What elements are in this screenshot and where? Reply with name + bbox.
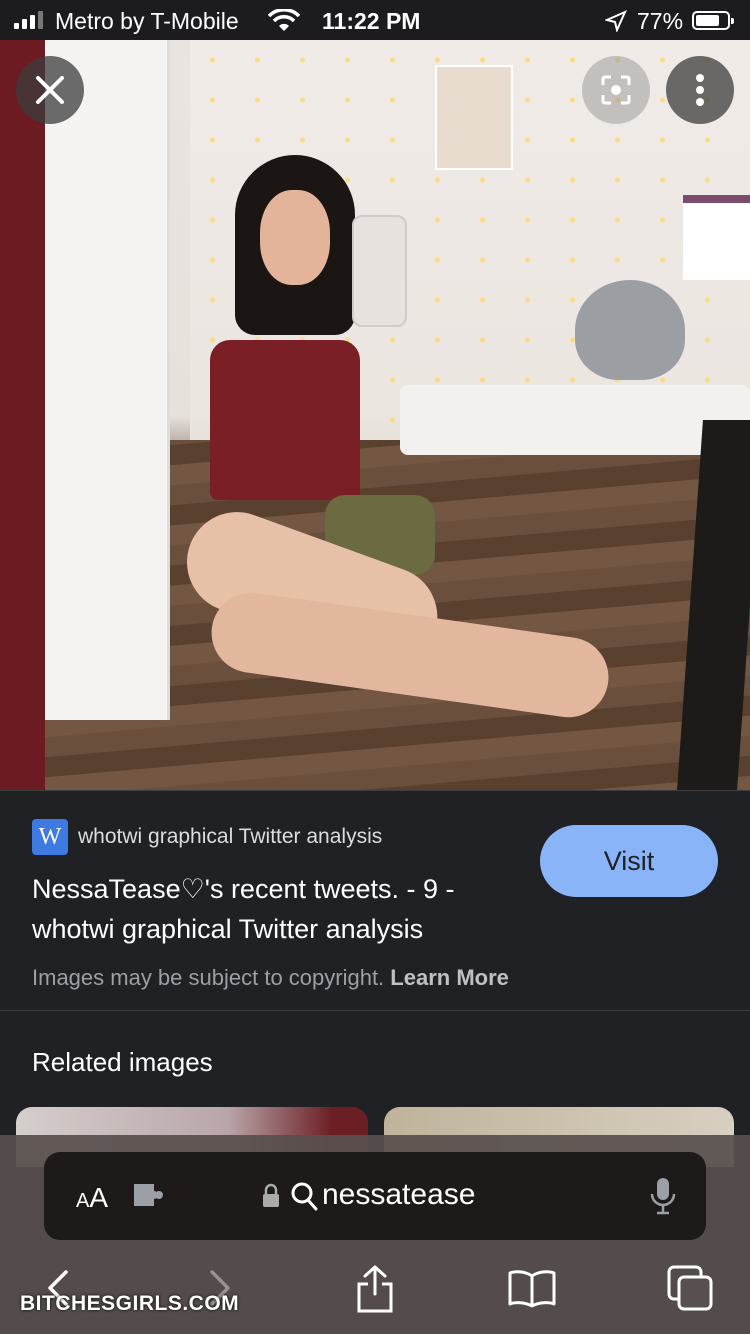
result-title[interactable]: NessaTease♡'s recent tweets. - 9 - whotw… — [32, 869, 532, 949]
lens-button[interactable] — [582, 56, 650, 124]
clock: 11:22 PM — [322, 8, 421, 34]
text-size-button[interactable]: AA — [76, 1182, 108, 1214]
phone — [352, 215, 407, 327]
battery-icon — [692, 11, 734, 30]
microphone-icon[interactable] — [650, 1176, 676, 1221]
extension-icon[interactable] — [132, 1182, 166, 1213]
carrier-name: Metro by T-Mobile — [55, 8, 239, 34]
battery-percent: 77% — [637, 8, 684, 34]
status-bar: Metro by T-Mobile 11:22 PM 77% — [0, 0, 750, 40]
more-options-button[interactable] — [666, 56, 734, 124]
lock-icon — [262, 1183, 280, 1214]
search-icon — [290, 1181, 318, 1216]
copyright-notice: Images may be subject to copyright. Lear… — [32, 965, 509, 991]
wifi-icon — [267, 8, 301, 39]
lens-icon — [601, 75, 631, 105]
visit-button[interactable]: Visit — [540, 825, 718, 897]
plush-toy — [575, 280, 685, 380]
result-info-panel: W whotwi graphical Twitter analysis Ness… — [0, 790, 750, 1010]
url-text[interactable]: nessatease — [322, 1178, 475, 1212]
wall-poster — [435, 65, 513, 170]
related-images-title: Related images — [32, 1047, 213, 1077]
source-name: whotwi graphical Twitter analysis — [78, 825, 383, 848]
image-preview[interactable] — [0, 40, 750, 790]
tabs-icon[interactable] — [666, 1264, 714, 1317]
copyright-text: Images may be subject to copyright. — [32, 965, 385, 990]
wall-calendar — [683, 195, 750, 280]
address-bar[interactable]: AA nessatease — [44, 1152, 706, 1240]
share-icon[interactable] — [354, 1264, 396, 1319]
browser-toolbar: AA nessatease BITCHESGIRLS.COM — [0, 1135, 750, 1334]
signal-icon — [14, 11, 43, 29]
close-icon — [36, 76, 64, 104]
learn-more-link[interactable]: Learn More — [390, 965, 509, 990]
source-row[interactable]: W whotwi graphical Twitter analysis — [32, 819, 382, 855]
more-vert-icon — [696, 74, 704, 106]
location-arrow-icon — [603, 10, 627, 38]
bookmarks-icon[interactable] — [507, 1268, 557, 1313]
site-favicon: W — [32, 819, 68, 855]
watermark: BITCHESGIRLS.COM — [20, 1292, 240, 1315]
bed — [400, 385, 750, 455]
close-button[interactable] — [16, 56, 84, 124]
